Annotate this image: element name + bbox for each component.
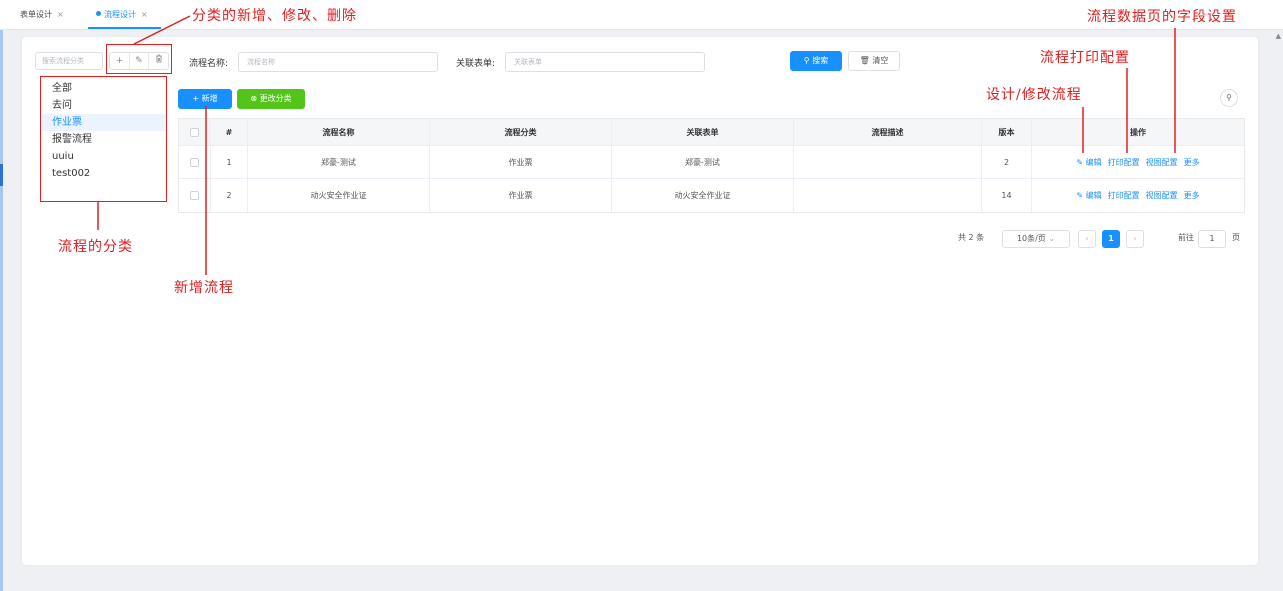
tab-form-design[interactable]: 表单设计 × — [20, 9, 64, 20]
main-card: 搜索流程分类 + ✎ 全部 去问 作业票 报警流程 uuiu test002 流… — [22, 37, 1258, 565]
clear-button[interactable]: 🗑 清空 — [848, 51, 900, 71]
left-edge-bar — [0, 0, 3, 591]
edit-link[interactable]: ✎ 编辑 — [1076, 190, 1101, 201]
column-header: 流程分类 — [430, 119, 612, 145]
annotation-design-process: 设计/修改流程 — [986, 87, 1082, 103]
annotation-add-process: 新增流程 — [174, 280, 234, 296]
annotation-box-category-ops — [106, 44, 172, 74]
column-header: # — [211, 119, 248, 145]
table-row: 2 动火安全作业证 作业票 动火安全作业证 14 ✎ 编辑 打印配置 视图配置 … — [179, 179, 1244, 212]
current-page-button[interactable]: 1 — [1102, 230, 1120, 248]
edit-link[interactable]: ✎ 编辑 — [1076, 157, 1101, 168]
table-row: 1 郑豪-测试 作业票 郑豪-测试 2 ✎ 编辑 打印配置 视图配置 更多 — [179, 146, 1244, 179]
active-dot-icon — [96, 11, 101, 16]
page-suffix: 页 — [1232, 233, 1240, 242]
trash-icon: 🗑 — [859, 56, 870, 65]
pagination-total: 共 2 条 — [958, 233, 985, 242]
cell-actions: ✎ 编辑 打印配置 视图配置 更多 — [1032, 179, 1244, 212]
annotation-field-settings: 流程数据页的字段设置 — [1087, 9, 1237, 25]
prev-page-icon[interactable]: ‹ — [1078, 230, 1096, 248]
row-checkbox-cell — [179, 146, 211, 178]
clear-button-label: 清空 — [872, 56, 889, 65]
search-button-label: 搜索 — [812, 56, 829, 65]
cell-index: 1 — [211, 146, 248, 178]
annotation-box-category-list — [40, 76, 167, 202]
edit-icon: ✎ — [1076, 157, 1084, 167]
select-all-checkbox-cell — [179, 119, 211, 145]
category-search-input[interactable]: 搜索流程分类 — [35, 52, 103, 70]
cell-name: 郑豪-测试 — [248, 146, 430, 178]
change-category-button[interactable]: ⊗ 更改分类 — [237, 89, 305, 109]
cell-category: 作业票 — [430, 146, 612, 178]
cell-category: 作业票 — [430, 179, 612, 212]
column-header: 版本 — [982, 119, 1032, 145]
column-header: 流程名称 — [248, 119, 430, 145]
table-header-row: # 流程名称 流程分类 关联表单 流程描述 版本 操作 — [179, 119, 1244, 146]
change-category-label: 更改分类 — [259, 94, 292, 103]
search-toggle-icon[interactable]: ⚲ — [1220, 89, 1238, 107]
cell-form: 郑豪-测试 — [612, 146, 794, 178]
search-button[interactable]: ⚲ 搜索 — [790, 51, 842, 71]
select-all-checkbox[interactable] — [190, 127, 199, 137]
row-checkbox-cell — [179, 179, 211, 212]
link-icon: ⊗ — [250, 94, 258, 103]
search-icon: ⚲ — [803, 56, 810, 65]
cell-actions: ✎ 编辑 打印配置 视图配置 更多 — [1032, 146, 1244, 178]
close-icon[interactable]: × — [57, 10, 64, 19]
tab-process-design[interactable]: 流程设计 × — [96, 9, 148, 20]
tab-label: 表单设计 — [20, 10, 52, 19]
edit-label: 编辑 — [1085, 157, 1102, 167]
print-config-link[interactable]: 打印配置 — [1108, 190, 1140, 201]
related-form-label: 关联表单: — [456, 59, 496, 69]
cell-form: 动火安全作业证 — [612, 179, 794, 212]
goto-page-input[interactable]: 1 — [1198, 230, 1226, 248]
view-config-link[interactable]: 视图配置 — [1146, 190, 1178, 201]
chevron-down-icon: ⌄ — [1048, 234, 1056, 243]
page-size-value: 10条/页 — [1016, 234, 1046, 243]
edit-icon: ✎ — [1076, 191, 1084, 200]
process-name-label: 流程名称: — [189, 59, 229, 69]
process-name-input[interactable]: 流程名称 — [238, 52, 438, 72]
cell-name: 动火安全作业证 — [248, 179, 430, 212]
next-page-icon[interactable]: › — [1126, 230, 1144, 248]
plus-icon: + — [192, 94, 200, 103]
row-checkbox[interactable] — [190, 191, 199, 200]
add-process-button[interactable]: + 新增 — [178, 89, 232, 109]
related-form-input[interactable]: 关联表单 — [505, 52, 705, 72]
more-link[interactable]: 更多 — [1184, 190, 1200, 201]
cell-index: 2 — [211, 179, 248, 212]
cell-version: 14 — [982, 179, 1032, 212]
cell-desc — [794, 146, 982, 178]
annotation-category-list: 流程的分类 — [58, 239, 133, 255]
scroll-up-icon[interactable]: ▲ — [1276, 32, 1281, 40]
column-header: 关联表单 — [612, 119, 794, 145]
more-link[interactable]: 更多 — [1184, 157, 1200, 168]
page-size-select[interactable]: 10条/页 ⌄ — [1002, 230, 1070, 248]
left-edge-marker — [0, 164, 3, 186]
active-tab-underline — [88, 27, 161, 29]
cell-desc — [794, 179, 982, 212]
column-header: 操作 — [1130, 127, 1146, 137]
goto-label: 前往 — [1178, 233, 1194, 242]
process-table: # 流程名称 流程分类 关联表单 流程描述 版本 操作 1 郑豪-测试 作业票 … — [178, 118, 1245, 213]
print-config-link[interactable]: 打印配置 — [1108, 157, 1140, 168]
annotation-category-ops: 分类的新增、修改、删除 — [192, 8, 357, 24]
close-icon[interactable]: × — [141, 10, 148, 19]
annotation-print-config: 流程打印配置 — [1040, 50, 1130, 66]
cell-version: 2 — [982, 146, 1032, 178]
row-checkbox[interactable] — [190, 157, 199, 167]
tab-label: 流程设计 — [104, 10, 136, 19]
edit-label: 编辑 — [1085, 191, 1102, 200]
column-header: 流程描述 — [794, 119, 982, 145]
add-button-label: 新增 — [201, 94, 218, 103]
view-config-link[interactable]: 视图配置 — [1146, 157, 1178, 168]
